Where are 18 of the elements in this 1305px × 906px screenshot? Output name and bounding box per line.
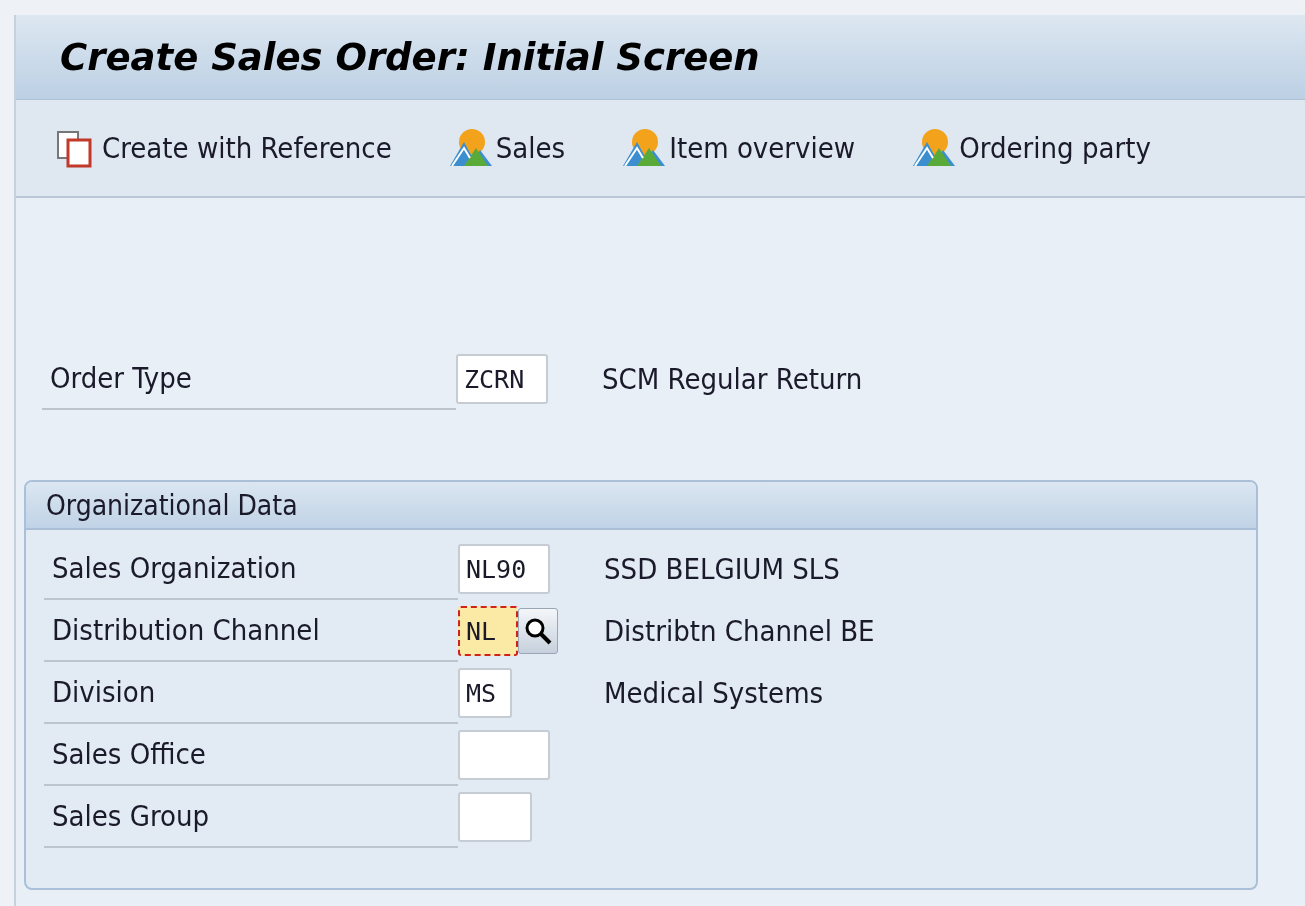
toolbar-button[interactable]: Create with Reference	[52, 126, 392, 170]
window-title: Create Sales Order: Initial Screen	[60, 35, 760, 79]
search-icon	[523, 616, 553, 646]
input-field[interactable]	[458, 730, 550, 780]
toolbar-button[interactable]: Sales	[445, 126, 566, 170]
search-button[interactable]	[518, 608, 558, 654]
field-description: SSD BELGIUM SLS	[604, 552, 840, 586]
input-field[interactable]: NL90	[458, 544, 550, 594]
input-field[interactable]	[458, 792, 532, 842]
field-description: Distribtn Channel BE	[604, 614, 875, 648]
field-description: Medical Systems	[604, 676, 824, 710]
input-field[interactable]: ZCRN	[456, 354, 548, 404]
input-field[interactable]: NL	[458, 606, 518, 656]
group-title: Organizational Data	[46, 488, 298, 522]
toolbar-button[interactable]: Item overview	[619, 126, 856, 170]
input-field[interactable]: MS	[458, 668, 512, 718]
toolbar-button[interactable]: Ordering party	[909, 126, 1151, 170]
field-description: SCM Regular Return	[602, 362, 863, 396]
